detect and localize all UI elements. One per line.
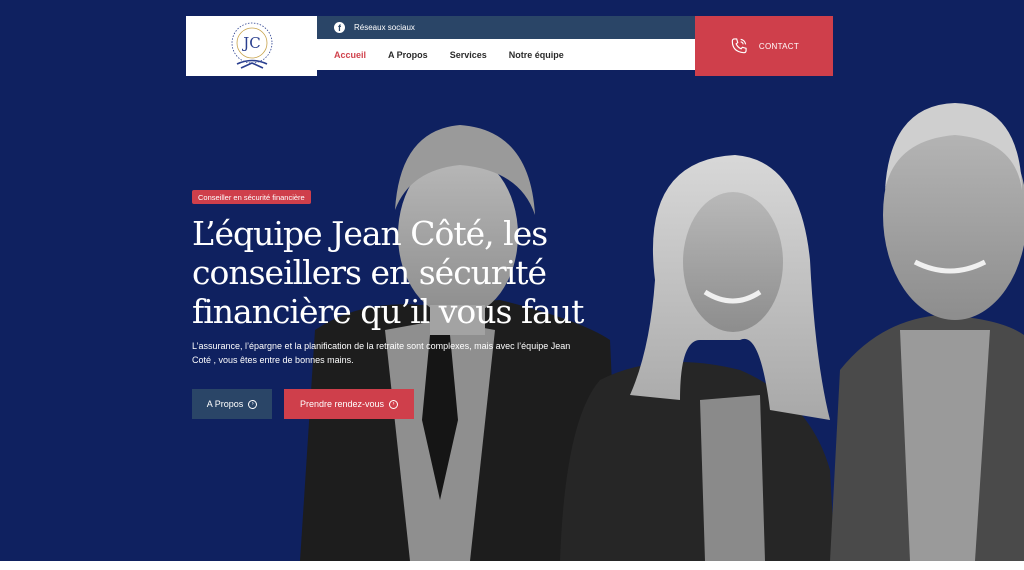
social-bar: f Réseaux sociaux	[317, 16, 695, 39]
arrow-right-circle-icon: ›	[389, 399, 399, 409]
appointment-button-label: Prendre rendez-vous	[299, 399, 385, 409]
nav-item-notre-equipe[interactable]: Notre équipe	[509, 50, 564, 60]
main-nav: Accueil A Propos Services Notre équipe	[317, 39, 695, 70]
about-button[interactable]: A Propos ›	[192, 389, 272, 419]
hero-headline: L’équipe Jean Côté, les conseillers en s…	[192, 214, 612, 331]
headline-line-2: conseillers en sécurité	[192, 253, 547, 292]
hero-section: Conseiller en sécurité financière L’équi…	[0, 0, 1024, 561]
intro-line-2: Coté , vous êtes entre de bonnes mains.	[192, 355, 354, 365]
logo-emblem: JC	[231, 22, 272, 69]
contact-button[interactable]: CONTACT	[695, 16, 833, 76]
hero-intro: L’assurance, l’épargne et la planificati…	[192, 339, 602, 367]
facebook-icon[interactable]: f	[334, 22, 345, 33]
page-bottom-edge	[0, 561, 1024, 570]
intro-line-1: L’assurance, l’épargne et la planificati…	[192, 341, 571, 351]
headline-line-3: financière qu’il vous faut	[192, 292, 584, 331]
about-button-label: A Propos	[206, 399, 244, 409]
nav-item-a-propos[interactable]: A Propos	[388, 50, 428, 60]
nav-item-accueil[interactable]: Accueil	[334, 50, 366, 60]
appointment-button[interactable]: Prendre rendez-vous ›	[284, 389, 414, 419]
headline-line-1: L’équipe Jean Côté, les	[192, 214, 548, 253]
nav-item-services[interactable]: Services	[450, 50, 487, 60]
phone-icon	[731, 38, 747, 54]
contact-label: CONTACT	[758, 41, 800, 51]
man-right-figure	[830, 103, 1024, 561]
social-label[interactable]: Réseaux sociaux	[354, 23, 415, 32]
hero-badge: Conseiller en sécurité financière	[192, 190, 311, 204]
site-logo[interactable]: JC	[186, 16, 317, 76]
svg-text:JC: JC	[241, 34, 261, 52]
arrow-right-circle-icon: ›	[248, 399, 258, 409]
